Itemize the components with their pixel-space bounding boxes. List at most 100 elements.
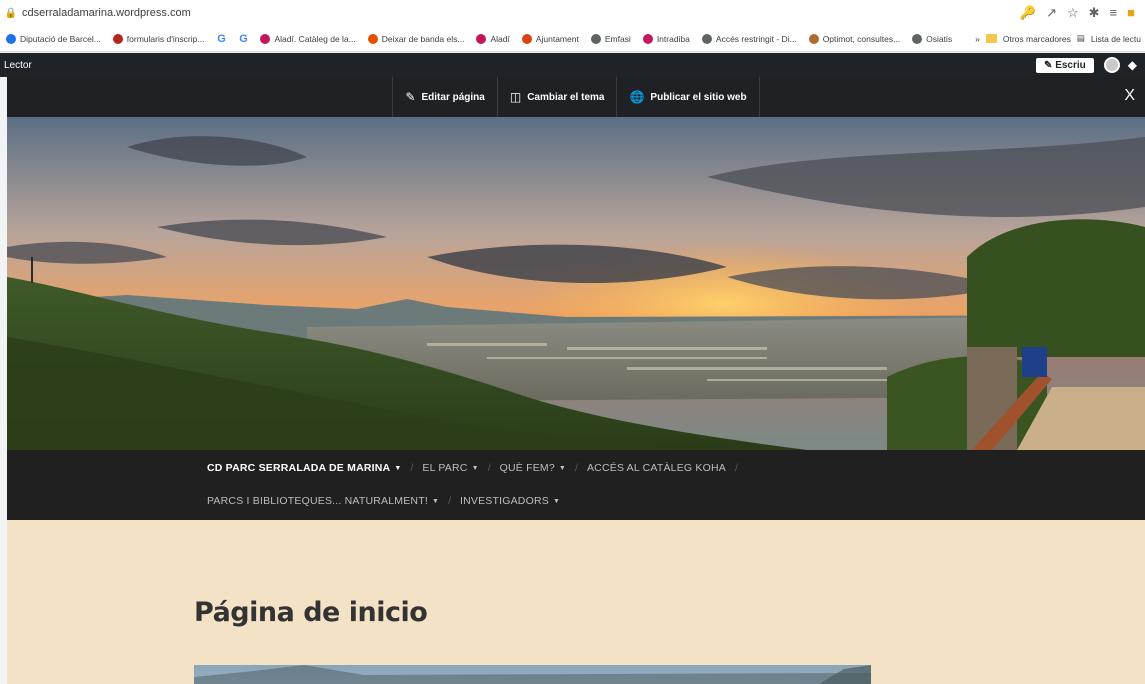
url-text[interactable]: cdserraladamarina.wordpress.com <box>22 7 1020 19</box>
chevron-down-icon: ▼ <box>394 464 402 472</box>
pencil-icon: ✎ <box>405 90 416 104</box>
nav-item[interactable]: ACCÉS AL CATÀLEG KOHA <box>587 462 726 474</box>
address-bar[interactable]: 🔒 cdserraladamarina.wordpress.com 🔑 ↗ ☆ … <box>0 0 1145 26</box>
write-button[interactable]: ✎ Escriu <box>1036 57 1094 73</box>
bookmark-item[interactable]: Accés restringit - Di... <box>696 33 803 44</box>
publish-site-button[interactable]: 🌐 Publicar el sitio web <box>616 77 760 117</box>
bookmark-item[interactable]: Deixar de banda els... <box>362 33 471 44</box>
nav-item[interactable]: EL PARC ▼ <box>422 462 478 474</box>
bookmark-label: Emfasi <box>604 33 631 44</box>
bookmark-item[interactable]: Intradiba <box>637 33 696 44</box>
nav-item-label: CD PARC SERRALADA DE MARINA <box>207 462 391 474</box>
main-navigation: CD PARC SERRALADA DE MARINA ▼ / EL PARC ▼ / QU… <box>7 450 1145 520</box>
page: ✎ Editar página ◫ Cambiar el tema 🌐 Publ… <box>7 77 1145 684</box>
optimot-icon <box>808 33 819 44</box>
star-icon[interactable]: ☆ <box>1067 5 1079 21</box>
more-bookmarks-button[interactable]: » <box>975 34 980 44</box>
globe-icon <box>701 33 712 44</box>
globe-icon <box>912 33 923 44</box>
nav-separator: / <box>487 462 491 474</box>
bookmark-item[interactable]: Osiatis <box>906 33 958 44</box>
bookmark-label: Deixar de banda els... <box>381 33 465 44</box>
chevron-down-icon: ▼ <box>471 464 479 472</box>
bookmark-label: Osiatis <box>926 33 953 44</box>
nav-item[interactable]: CD PARC SERRALADA DE MARINA ▼ <box>207 462 401 474</box>
layout-icon: ◫ <box>509 90 522 104</box>
globe-icon <box>590 33 601 44</box>
nav-item-label: INVESTIGADORS <box>460 495 549 507</box>
diputacio-icon <box>6 33 16 44</box>
google-icon: G <box>239 32 248 45</box>
globe-icon: 🌐 <box>629 90 645 104</box>
nav-separator: / <box>410 462 414 474</box>
change-theme-button[interactable]: ◫ Cambiar el tema <box>496 77 617 117</box>
nav-item-label: EL PARC <box>422 462 468 474</box>
google-icon: G <box>217 32 226 45</box>
bookmark-item[interactable]: G <box>210 32 232 45</box>
reading-list-icon[interactable]: ≡ <box>1110 5 1118 21</box>
bookmark-list: Diputació de Barcel... formularis d'inscr… <box>0 32 958 45</box>
bookmarks-right: » Otros marcadores ▤ Lista de lectu <box>975 33 1145 44</box>
nav-row-1: CD PARC SERRALADA DE MARINA ▼ / EL PARC ▼ / QU… <box>207 462 747 474</box>
bookmark-item[interactable]: Optimot, consultes... <box>803 33 906 44</box>
publish-site-label: Publicar el sitio web <box>650 91 747 103</box>
reading-list-icon: ▤ <box>1076 33 1085 43</box>
nav-item-label: PARCS I BIBLIOTEQUES... NATURALMENT! <box>207 495 428 507</box>
aladi-icon <box>476 33 487 44</box>
bookmark-label: Aladí. Catàleg de la... <box>274 33 356 44</box>
bookmark-item[interactable]: Emfasi <box>585 33 637 44</box>
mountain-image <box>194 665 871 684</box>
intradiba-icon <box>642 33 653 44</box>
nav-item[interactable]: INVESTIGADORS ▼ <box>460 495 560 507</box>
bookmark-label: Ajuntament <box>535 33 579 44</box>
bookmark-label: Diputació de Barcel... <box>20 33 101 44</box>
chevron-down-icon: ▼ <box>552 497 561 505</box>
browser-window: 🔒 cdserraladamarina.wordpress.com 🔑 ↗ ☆ … <box>0 0 1145 684</box>
sunset-landscape-image <box>7 117 1145 450</box>
nav-item-label: QUÈ FEM? <box>499 462 555 474</box>
write-button-label: Escriu <box>1055 59 1086 71</box>
key-icon[interactable]: 🔑 <box>1020 5 1036 21</box>
bookmarks-bar: Diputació de Barcel... formularis d'inscr… <box>0 26 1145 52</box>
change-theme-label: Cambiar el tema <box>527 91 605 103</box>
chevron-down-icon: ▼ <box>431 497 440 505</box>
bookmark-label: Intradiba <box>656 33 690 44</box>
reader-link[interactable]: Lector <box>0 60 1036 71</box>
wp-admin-bar: Lector ✎ Escriu ◆ <box>0 53 1145 77</box>
chevron-down-icon: ▼ <box>558 464 567 472</box>
bookmark-item[interactable]: Ajuntament <box>516 33 585 44</box>
nav-item[interactable]: PARCS I BIBLIOTEQUES... NATURALMENT! ▼ <box>207 495 439 507</box>
other-bookmarks-button[interactable]: Otros marcadores <box>1003 34 1071 44</box>
edit-page-label: Editar página <box>421 91 485 103</box>
bookmark-label: Accés restringit - Di... <box>715 33 797 44</box>
nav-item[interactable]: QUÈ FEM? ▼ <box>500 462 566 474</box>
reading-list-button[interactable]: Lista de lectu <box>1091 34 1141 44</box>
bookmark-item[interactable]: Diputació de Barcel... <box>0 33 107 44</box>
browser-toolbar: 🔑 ↗ ☆ ✱ ≡ ■ <box>1020 5 1145 21</box>
nav-separator: / <box>575 462 578 474</box>
close-icon[interactable]: X <box>1124 87 1135 105</box>
bookmark-label: Aladí <box>490 33 510 44</box>
avatar[interactable] <box>1103 57 1120 73</box>
extensions-icon[interactable]: ✱ <box>1089 5 1100 21</box>
bookmark-icon <box>112 33 123 44</box>
bookmark-item[interactable]: Aladí. Catàleg de la... <box>254 33 361 44</box>
pen-icon <box>367 33 378 44</box>
page-title: Página de inicio <box>194 597 428 628</box>
pen-icon: ✎ <box>1044 59 1056 71</box>
bookmark-item[interactable]: formularis d'inscrip... <box>107 33 211 44</box>
ajuntament-icon <box>521 33 532 44</box>
folder-icon <box>985 34 997 43</box>
bookmark-label: Optimot, consultes... <box>822 33 901 44</box>
notifications-icon[interactable]: ◆ <box>1128 58 1137 72</box>
share-icon[interactable]: ↗ <box>1046 5 1057 21</box>
header-image <box>7 117 1145 450</box>
bookmark-item[interactable]: Aladí <box>470 33 515 44</box>
lock-icon[interactable]: 🔒 <box>0 8 22 19</box>
customizer-toolbar: ✎ Editar página ◫ Cambiar el tema 🌐 Publ… <box>7 77 1145 117</box>
profile-icon[interactable]: ■ <box>1127 5 1135 21</box>
aladi-icon <box>260 33 271 44</box>
bookmark-label: formularis d'inscrip... <box>126 33 205 44</box>
edit-page-button[interactable]: ✎ Editar página <box>392 77 496 117</box>
bookmark-item[interactable]: G <box>232 32 254 45</box>
